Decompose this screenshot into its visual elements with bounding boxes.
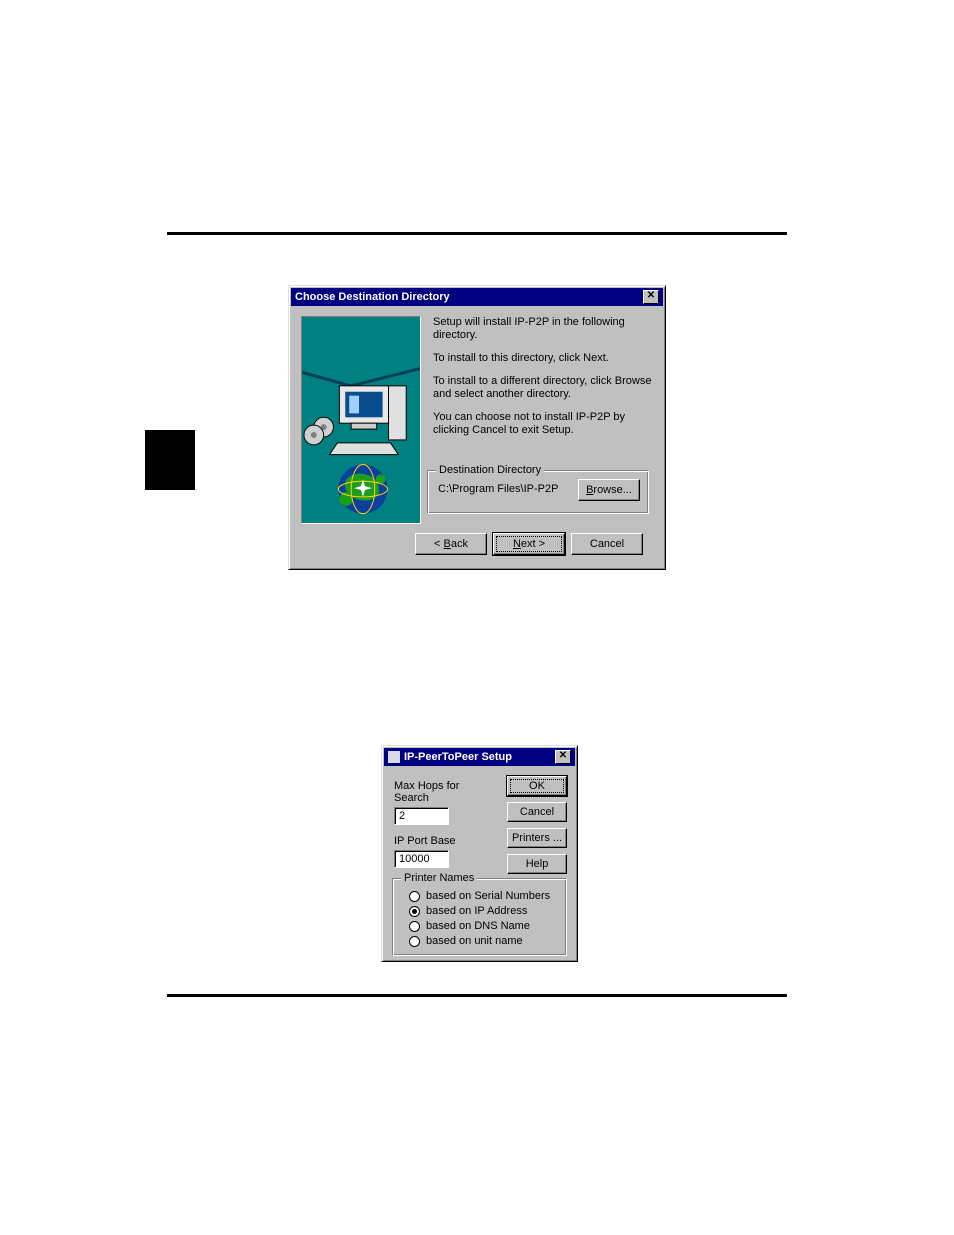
ip-port-label: IP Port Base — [394, 835, 479, 847]
ok-button[interactable]: OK — [507, 776, 567, 796]
max-hops-input[interactable]: 2 — [394, 807, 449, 825]
radio-dns[interactable]: based on DNS Name — [409, 920, 566, 932]
dialog2-titlebar: IP-PeerToPeer Setup ✕ — [384, 748, 575, 766]
ip-port-input[interactable]: 10000 — [394, 850, 449, 868]
ip-peertopeer-setup-dialog: IP-PeerToPeer Setup ✕ Max Hops for Searc… — [381, 745, 578, 962]
next-button[interactable]: Next > — [493, 533, 565, 555]
divider-bottom — [167, 994, 787, 997]
setup-line-1: Setup will install IP-P2P in the followi… — [433, 316, 653, 342]
cancel-button[interactable]: Cancel — [507, 802, 567, 822]
setup-line-3: To install to a different directory, cli… — [433, 375, 653, 401]
dialog-title: Choose Destination Directory — [295, 291, 450, 303]
next-accelerator: N — [513, 538, 521, 550]
app-icon — [388, 751, 400, 763]
side-black-marker — [145, 430, 195, 490]
radio-unit[interactable]: based on unit name — [409, 935, 566, 947]
max-hops-label: Max Hops for Search — [394, 780, 479, 804]
back-button[interactable]: < Back — [415, 533, 487, 555]
radio-dns-label: based on DNS Name — [426, 920, 530, 932]
destination-directory-group: Destination Directory C:\Program Files\I… — [427, 470, 649, 514]
radio-icon — [409, 906, 420, 917]
radio-serial[interactable]: based on Serial Numbers — [409, 890, 566, 902]
radio-icon — [409, 921, 420, 932]
browse-button[interactable]: Browse... — [578, 479, 640, 501]
dialog2-title: IP-PeerToPeer Setup — [404, 751, 512, 763]
destination-path: C:\Program Files\IP-P2P — [438, 483, 558, 495]
radio-icon — [409, 891, 420, 902]
setup-line-2: To install to this directory, click Next… — [433, 352, 653, 365]
radio-ip[interactable]: based on IP Address — [409, 905, 566, 917]
dialog-titlebar: Choose Destination Directory ✕ — [291, 288, 663, 306]
close-icon[interactable]: ✕ — [555, 750, 571, 764]
cancel-button[interactable]: Cancel — [571, 533, 643, 555]
destination-group-title: Destination Directory — [436, 464, 544, 476]
radio-serial-label: based on Serial Numbers — [426, 890, 550, 902]
close-icon[interactable]: ✕ — [643, 290, 659, 304]
printer-names-group: Printer Names based on Serial Numbers ba… — [392, 878, 567, 956]
back-accelerator: B — [444, 538, 451, 550]
help-button[interactable]: Help — [507, 854, 567, 874]
computer-globe-illustration-icon — [302, 317, 420, 522]
printer-names-title: Printer Names — [401, 872, 477, 884]
setup-line-4: You can choose not to install IP-P2P by … — [433, 411, 653, 437]
divider-top — [167, 232, 787, 235]
radio-unit-label: based on unit name — [426, 935, 523, 947]
wizard-illustration — [301, 316, 421, 524]
radio-icon — [409, 936, 420, 947]
choose-destination-dialog: Choose Destination Directory ✕ — [288, 285, 666, 570]
printers-button[interactable]: Printers ... — [507, 828, 567, 848]
radio-ip-label: based on IP Address — [426, 905, 527, 917]
